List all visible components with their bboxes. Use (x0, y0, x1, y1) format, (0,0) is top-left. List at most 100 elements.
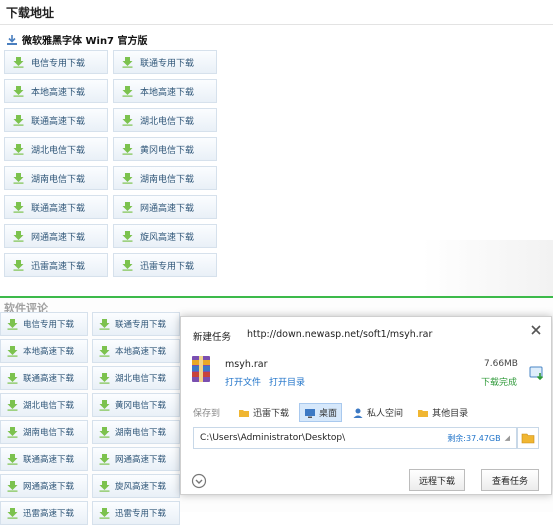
location-other-directory[interactable]: 其他目录 (413, 404, 472, 421)
download-link-button[interactable]: 联通高速下载 (4, 108, 108, 132)
download-link-button[interactable]: 联通高速下载 (0, 366, 88, 390)
download-link-button[interactable]: 湖南电信下载 (0, 420, 88, 444)
download-link-button[interactable]: 联通专用下载 (92, 312, 180, 336)
download-monitor-icon[interactable] (529, 365, 545, 381)
location-private-space[interactable]: 私人空间 (348, 404, 407, 421)
download-arrow-icon (13, 202, 24, 213)
download-link-button[interactable]: 湖北电信下载 (0, 393, 88, 417)
download-link-label: 网通高速下载 (115, 455, 167, 465)
file-actions: 打开文件 打开目录 (225, 375, 305, 388)
download-link-label: 本地高速下载 (31, 87, 86, 98)
close-icon[interactable] (529, 323, 543, 337)
download-arrow-icon (99, 400, 110, 411)
open-file-link[interactable]: 打开文件 (225, 375, 261, 388)
software-title: 微软雅黑字体 Win7 官方版 (6, 32, 148, 47)
download-link-button[interactable]: 本地高速下载 (0, 339, 88, 363)
download-link-button[interactable]: 黄冈电信下载 (92, 393, 180, 417)
download-link-label: 旋风高速下载 (140, 232, 195, 243)
save-to-label: 保存到 (193, 409, 221, 419)
download-arrow-icon (122, 115, 133, 126)
remote-download-button[interactable]: 远程下载 (409, 469, 465, 491)
download-link-label: 黄冈电信下载 (140, 145, 195, 156)
download-link-button[interactable]: 旋风高速下载 (113, 224, 217, 248)
download-link-button[interactable]: 联通高速下载 (4, 195, 108, 219)
file-name: msyh.rar (225, 359, 268, 370)
download-section: 下载地址 微软雅黑字体 Win7 官方版 电信专用下载 联通专用下载 本地高速下… (0, 0, 553, 298)
download-arrow-icon (7, 508, 18, 519)
download-link-label: 联通专用下载 (140, 58, 195, 69)
download-link-button[interactable]: 旋风高速下载 (92, 474, 180, 498)
view-tasks-button[interactable]: 查看任务 (481, 469, 539, 491)
download-arrow-icon (99, 508, 110, 519)
chevron-down-icon[interactable] (191, 473, 207, 489)
download-link-button[interactable]: 电信专用下载 (4, 50, 108, 74)
download-arrow-icon (122, 173, 133, 184)
download-arrow-icon (13, 86, 24, 97)
download-link-button[interactable]: 迅雷专用下载 (113, 253, 217, 277)
download-link-button[interactable]: 网通高速下载 (92, 447, 180, 471)
location-label: 桌面 (319, 409, 338, 419)
download-link-label: 迅雷高速下载 (23, 509, 75, 519)
download-link-button[interactable]: 网通高速下载 (113, 195, 217, 219)
download-link-button[interactable]: 迅雷高速下载 (0, 501, 88, 525)
download-arrow-icon (99, 373, 110, 384)
location-label: 私人空间 (367, 409, 404, 419)
download-link-grid-duplicate: 电信专用下载 联通专用下载 本地高速下载 本地高速下载 联通高速下载 湖北电信下… (0, 312, 180, 525)
download-arrow-icon (122, 260, 133, 271)
download-arrow-icon (99, 427, 110, 438)
download-link-label: 湖北电信下载 (115, 374, 167, 384)
download-link-button[interactable]: 联通高速下载 (0, 447, 88, 471)
download-link-button[interactable]: 黄冈电信下载 (113, 137, 217, 161)
dropdown-icon[interactable]: ◢ (505, 434, 510, 442)
download-arrow-icon (7, 346, 18, 357)
download-link-button[interactable]: 湖南电信下载 (113, 166, 217, 190)
download-link-button[interactable]: 湖北电信下载 (4, 137, 108, 161)
download-link-label: 湖南电信下载 (31, 174, 86, 185)
download-arrow-icon (7, 400, 18, 411)
download-link-button[interactable]: 电信专用下载 (0, 312, 88, 336)
save-location-row: 保存到 迅雷下载 桌面 私人空间 其他目录 (193, 403, 478, 422)
download-link-label: 联通高速下载 (31, 203, 86, 214)
download-link-button[interactable]: 网通高速下载 (4, 224, 108, 248)
download-link-label: 迅雷高速下载 (31, 261, 86, 272)
download-link-label: 电信专用下载 (23, 320, 75, 330)
download-link-button[interactable]: 本地高速下载 (113, 79, 217, 103)
download-arrow-icon (99, 454, 110, 465)
download-link-button[interactable]: 湖南电信下载 (92, 420, 180, 444)
download-arrow-icon (7, 373, 18, 384)
download-arrow-icon (122, 202, 133, 213)
new-task-dialog: 新建任务 http://down.newasp.net/soft1/msyh.r… (180, 316, 552, 495)
location-label: 迅雷下载 (253, 409, 290, 419)
browse-folder-button[interactable] (517, 427, 539, 449)
download-link-label: 湖北电信下载 (23, 401, 75, 411)
download-link-label: 湖南电信下载 (115, 428, 167, 438)
download-arrow-icon (7, 454, 18, 465)
location-desktop[interactable]: 桌面 (299, 403, 343, 422)
download-link-label: 迅雷专用下载 (140, 261, 195, 272)
location-xunlei-download[interactable]: 迅雷下载 (234, 404, 293, 421)
section-title: 下载地址 (6, 6, 55, 20)
download-link-label: 本地高速下载 (23, 347, 75, 357)
download-link-label: 本地高速下载 (140, 87, 195, 98)
file-size: 7.66MB (484, 359, 518, 369)
download-link-button[interactable]: 湖北电信下载 (92, 366, 180, 390)
download-link-grid: 电信专用下载 联通专用下载 本地高速下载 本地高速下载 联通高速下载 湖北电信下… (4, 50, 217, 277)
download-link-button[interactable]: 本地高速下载 (4, 79, 108, 103)
download-link-label: 本地高速下载 (115, 347, 167, 357)
download-link-label: 联通高速下载 (31, 116, 86, 127)
download-arrow-icon (7, 319, 18, 330)
download-link-button[interactable]: 湖北电信下载 (113, 108, 217, 132)
download-link-button[interactable]: 本地高速下载 (92, 339, 180, 363)
download-link-button[interactable]: 迅雷高速下载 (4, 253, 108, 277)
download-arrow-icon (122, 144, 133, 155)
download-link-button[interactable]: 网通高速下载 (0, 474, 88, 498)
folder-icon (418, 409, 429, 417)
download-arrow-icon (99, 346, 110, 357)
dialog-title: 新建任务 (193, 332, 232, 343)
download-link-button[interactable]: 迅雷专用下载 (92, 501, 180, 525)
download-link-button[interactable]: 湖南电信下载 (4, 166, 108, 190)
download-link-button[interactable]: 联通专用下载 (113, 50, 217, 74)
open-directory-link[interactable]: 打开目录 (269, 375, 305, 388)
download-status: 下载完成 (481, 378, 518, 388)
save-path-input[interactable]: C:\Users\Administrator\Desktop\ 剩余:37.47… (193, 427, 517, 449)
